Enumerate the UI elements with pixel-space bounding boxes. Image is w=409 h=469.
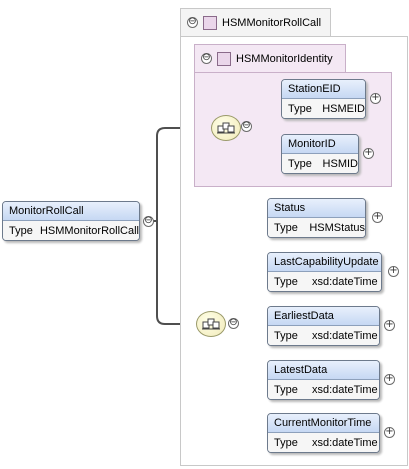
element-type-row: Type xsd:dateTime — [268, 326, 379, 345]
type-label: Type — [274, 275, 298, 288]
expand-icon[interactable]: + — [384, 374, 395, 385]
type-label: Type — [9, 224, 33, 237]
type-label: Type — [274, 436, 298, 449]
root-element-monitorrollcall[interactable]: MonitorRollCall Type HSMMonitorRollCall — [2, 201, 140, 241]
element-currentmonitortime[interactable]: CurrentMonitorTime Type xsd:dateTime — [267, 413, 380, 453]
type-value: xsd:dateTime — [312, 383, 378, 396]
element-stationeid[interactable]: StationEID Type HSMEID — [281, 79, 366, 119]
element-type-row: Type HSMID — [282, 154, 358, 173]
element-name: EarliestData — [268, 307, 379, 326]
type-label: Type — [288, 102, 312, 115]
expand-icon[interactable]: + — [388, 266, 399, 277]
outer-group-collapse-icon[interactable]: ⊖ — [187, 17, 198, 28]
element-type-row: Type HSMEID — [282, 99, 365, 118]
element-status[interactable]: Status Type HSMStatus — [267, 198, 366, 238]
sequence-compositor-icon[interactable] — [211, 115, 241, 141]
type-value: xsd:dateTime — [312, 436, 378, 449]
expand-icon[interactable]: + — [384, 320, 395, 331]
element-name: Status — [268, 199, 365, 218]
sequence-icon — [202, 318, 220, 330]
expand-icon[interactable]: + — [372, 212, 383, 223]
root-collapse-icon[interactable]: ⊖ — [143, 216, 154, 227]
type-value: HSMStatus — [309, 221, 365, 234]
inner-group-name: HSMMonitorIdentity — [236, 52, 333, 65]
type-value: xsd:dateTime — [312, 329, 378, 342]
expand-icon[interactable]: + — [384, 427, 395, 438]
element-type-row: Type HSMStatus — [268, 218, 365, 237]
element-type-row: Type xsd:dateTime — [268, 380, 379, 399]
outer-group-name: HSMMonitorRollCall — [222, 16, 322, 29]
type-label: Type — [274, 221, 298, 234]
element-earliestdata[interactable]: EarliestData Type xsd:dateTime — [267, 306, 380, 346]
group-type-icon — [217, 51, 231, 66]
inner-group-collapse-icon[interactable]: ⊖ — [201, 53, 212, 64]
type-label: Type — [274, 329, 298, 342]
element-name: LatestData — [268, 361, 379, 380]
element-type-row: Type xsd:dateTime — [268, 433, 379, 452]
sequence-icon — [217, 122, 235, 134]
element-monitorid[interactable]: MonitorID Type HSMID — [281, 134, 359, 174]
compositor-collapse-icon[interactable]: ⊖ — [241, 121, 252, 132]
type-value: HSMID — [322, 157, 358, 170]
compositor-collapse-icon[interactable]: ⊖ — [228, 318, 239, 329]
group-type-icon — [203, 15, 217, 30]
expand-icon[interactable]: + — [370, 93, 381, 104]
element-name: MonitorRollCall — [3, 202, 139, 221]
sequence-compositor-icon[interactable] — [196, 311, 226, 337]
type-label: Type — [288, 157, 312, 170]
element-type-row: Type xsd:dateTime — [268, 272, 381, 291]
element-latestdata[interactable]: LatestData Type xsd:dateTime — [267, 360, 380, 400]
element-type-row: Type HSMMonitorRollCall — [3, 221, 139, 240]
type-value: HSMEID — [322, 102, 365, 115]
element-name: LastCapabilityUpdate — [268, 253, 381, 272]
element-lastcapabilityupdate[interactable]: LastCapabilityUpdate Type xsd:dateTime — [267, 252, 382, 292]
type-label: Type — [274, 383, 298, 396]
inner-group-header: ⊖ HSMMonitorIdentity — [194, 44, 346, 72]
element-name: CurrentMonitorTime — [268, 414, 379, 433]
expand-icon[interactable]: + — [363, 148, 374, 159]
type-value: xsd:dateTime — [312, 275, 378, 288]
type-value: HSMMonitorRollCall — [39, 224, 139, 237]
element-name: StationEID — [282, 80, 365, 99]
outer-group-header: ⊖ HSMMonitorRollCall — [180, 8, 331, 36]
element-name: MonitorID — [282, 135, 358, 154]
